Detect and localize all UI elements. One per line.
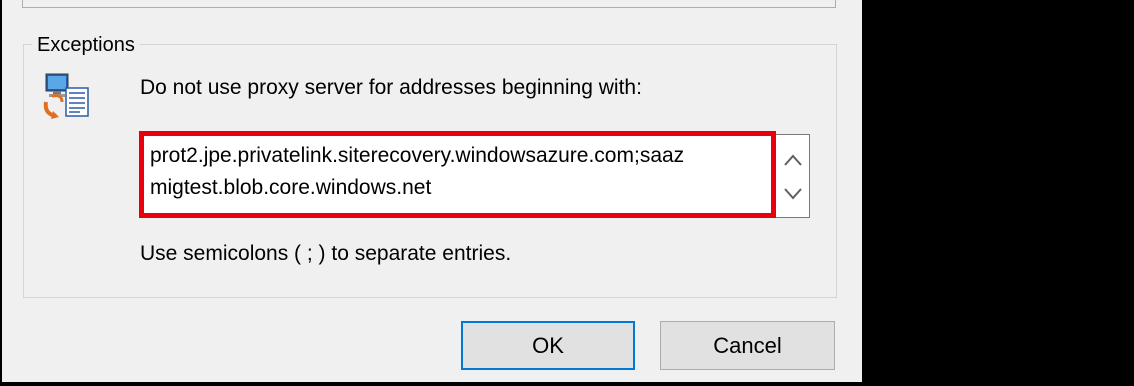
highlight-annotation xyxy=(139,131,776,218)
exceptions-group-title: Exceptions xyxy=(32,33,140,57)
exceptions-description: Do not use proxy server for addresses be… xyxy=(140,76,642,99)
cancel-button[interactable]: Cancel xyxy=(660,321,835,370)
previous-group-border xyxy=(2,0,862,10)
network-computer-icon xyxy=(40,72,94,122)
ok-button[interactable]: OK xyxy=(461,321,635,370)
separator-hint: Use semicolons ( ; ) to separate entries… xyxy=(140,242,512,265)
chevron-up-icon[interactable] xyxy=(776,145,809,175)
textarea-scrollbar[interactable] xyxy=(776,135,809,217)
chevron-down-icon[interactable] xyxy=(776,179,809,209)
